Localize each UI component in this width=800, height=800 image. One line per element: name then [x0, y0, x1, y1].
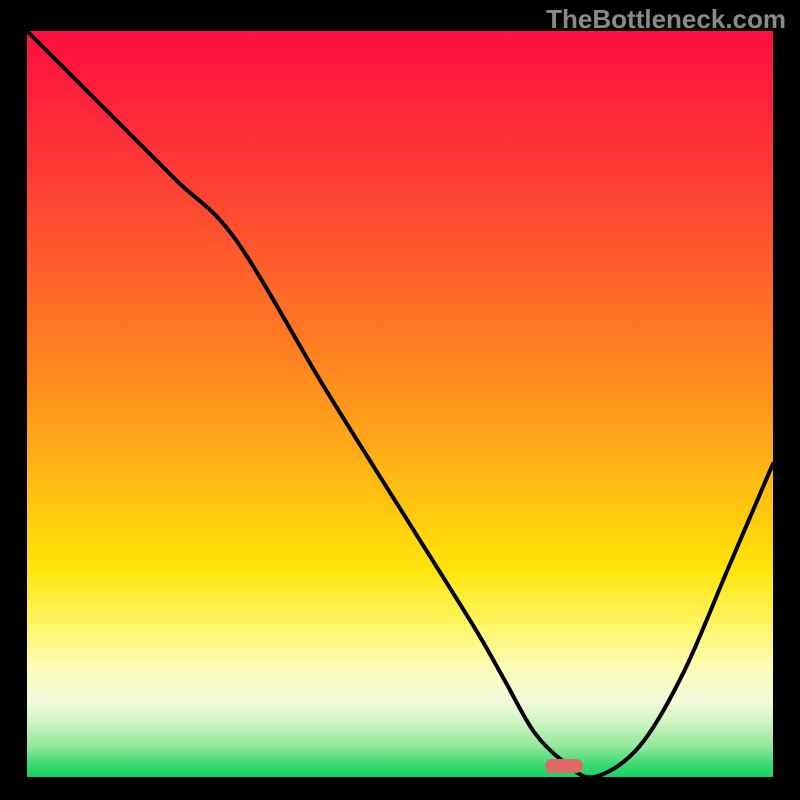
curve-path — [27, 31, 773, 777]
chart-frame: TheBottleneck.com — [0, 0, 800, 800]
optimum-marker — [545, 759, 583, 773]
bottleneck-curve — [27, 31, 773, 777]
plot-area — [27, 31, 773, 777]
